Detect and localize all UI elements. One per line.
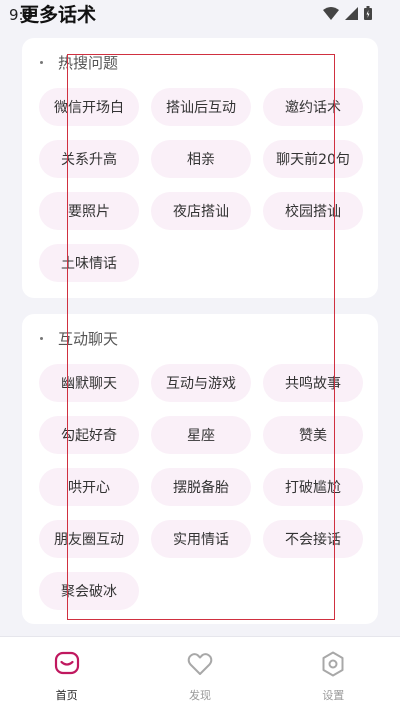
section-card-hot-questions: 热搜问题 微信开场白 搭讪后互动 邀约话术 关系升高 相亲 聊天前20句 要照片… — [22, 38, 378, 298]
nav-item-discover[interactable]: 发现 — [133, 637, 266, 712]
topic-chip[interactable]: 搭讪后互动 — [151, 88, 251, 126]
section-header: 热搜问题 — [40, 52, 118, 73]
topic-chip[interactable]: 聊天前20句 — [263, 140, 363, 178]
nav-item-home[interactable]: 首页 — [0, 637, 133, 712]
section-header: 互动聊天 — [40, 328, 118, 349]
gear-icon — [322, 651, 344, 677]
section-title: 互动聊天 — [58, 330, 119, 348]
topic-chip[interactable]: 土味情话 — [39, 244, 139, 282]
section-dot-icon — [40, 61, 43, 64]
topic-chip[interactable]: 实用情话 — [151, 520, 251, 558]
topic-chip[interactable]: 微信开场白 — [39, 88, 139, 126]
topic-chip[interactable]: 互动与游戏 — [151, 364, 251, 402]
chip-grid: 幽默聊天 互动与游戏 共鸣故事 勾起好奇 星座 赞美 哄开心 摆脱备胎 打破尴尬… — [39, 364, 363, 610]
nav-item-settings[interactable]: 设置 — [267, 637, 400, 712]
status-icons — [323, 6, 372, 20]
nav-label: 发现 — [188, 689, 211, 702]
topic-chip[interactable]: 相亲 — [151, 140, 251, 178]
topic-chip[interactable]: 朋友圈互动 — [39, 520, 139, 558]
signal-icon — [345, 6, 358, 20]
chip-grid: 微信开场白 搭讪后互动 邀约话术 关系升高 相亲 聊天前20句 要照片 夜店搭讪… — [39, 88, 363, 282]
page-title: 更多话术 — [20, 4, 97, 26]
topic-chip[interactable]: 共鸣故事 — [263, 364, 363, 402]
wifi-icon — [323, 6, 339, 20]
battery-icon — [364, 6, 372, 20]
topic-chip[interactable]: 打破尴尬 — [263, 468, 363, 506]
topic-chip[interactable]: 要照片 — [39, 192, 139, 230]
topic-chip[interactable]: 不会接话 — [263, 520, 363, 558]
topic-chip[interactable]: 夜店搭讪 — [151, 192, 251, 230]
bottom-nav: 首页 发现 设置 — [0, 636, 400, 712]
topic-chip[interactable]: 星座 — [151, 416, 251, 454]
topic-chip[interactable]: 校园搭讪 — [263, 192, 363, 230]
nav-label: 首页 — [55, 689, 78, 702]
topic-chip[interactable]: 聚会破冰 — [39, 572, 139, 610]
section-dot-icon — [40, 337, 43, 340]
topic-chip[interactable]: 赞美 — [263, 416, 363, 454]
topic-chip[interactable]: 勾起好奇 — [39, 416, 139, 454]
topic-chip[interactable]: 幽默聊天 — [39, 364, 139, 402]
topic-chip[interactable]: 关系升高 — [39, 140, 139, 178]
nav-label: 设置 — [322, 689, 345, 702]
topic-chip[interactable]: 摆脱备胎 — [151, 468, 251, 506]
heart-outline-icon — [187, 653, 213, 675]
topic-chip[interactable]: 哄开心 — [39, 468, 139, 506]
section-title: 热搜问题 — [58, 54, 119, 72]
topic-chip[interactable]: 邀约话术 — [263, 88, 363, 126]
heart-chat-icon — [54, 651, 79, 675]
section-card-interactive-chat: 互动聊天 幽默聊天 互动与游戏 共鸣故事 勾起好奇 星座 赞美 哄开心 摆脱备胎… — [22, 314, 378, 624]
